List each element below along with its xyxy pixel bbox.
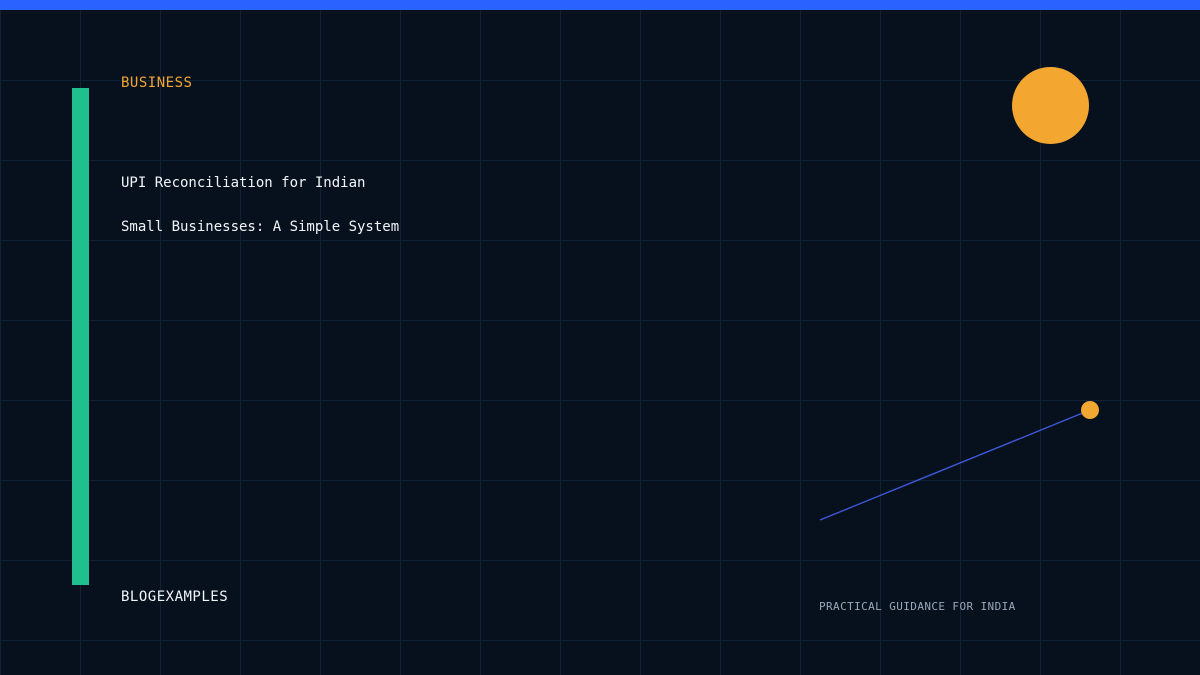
card-title-line-1: UPI Reconciliation for Indian — [121, 175, 366, 191]
card-title-line-2: Small Businesses: A Simple System — [121, 219, 400, 235]
tagline: PRACTICAL GUIDANCE FOR INDIA — [819, 600, 1016, 613]
card-title: UPI Reconciliation for Indian Small Busi… — [121, 172, 399, 260]
vertical-accent-bar — [72, 88, 89, 585]
decorative-line — [819, 409, 1091, 521]
decorative-circle — [1012, 67, 1089, 144]
category-label: BUSINESS — [121, 75, 193, 91]
brand-name: BLOGEXAMPLES — [121, 589, 229, 605]
decorative-dot — [1081, 401, 1099, 419]
top-accent-bar — [0, 0, 1200, 10]
